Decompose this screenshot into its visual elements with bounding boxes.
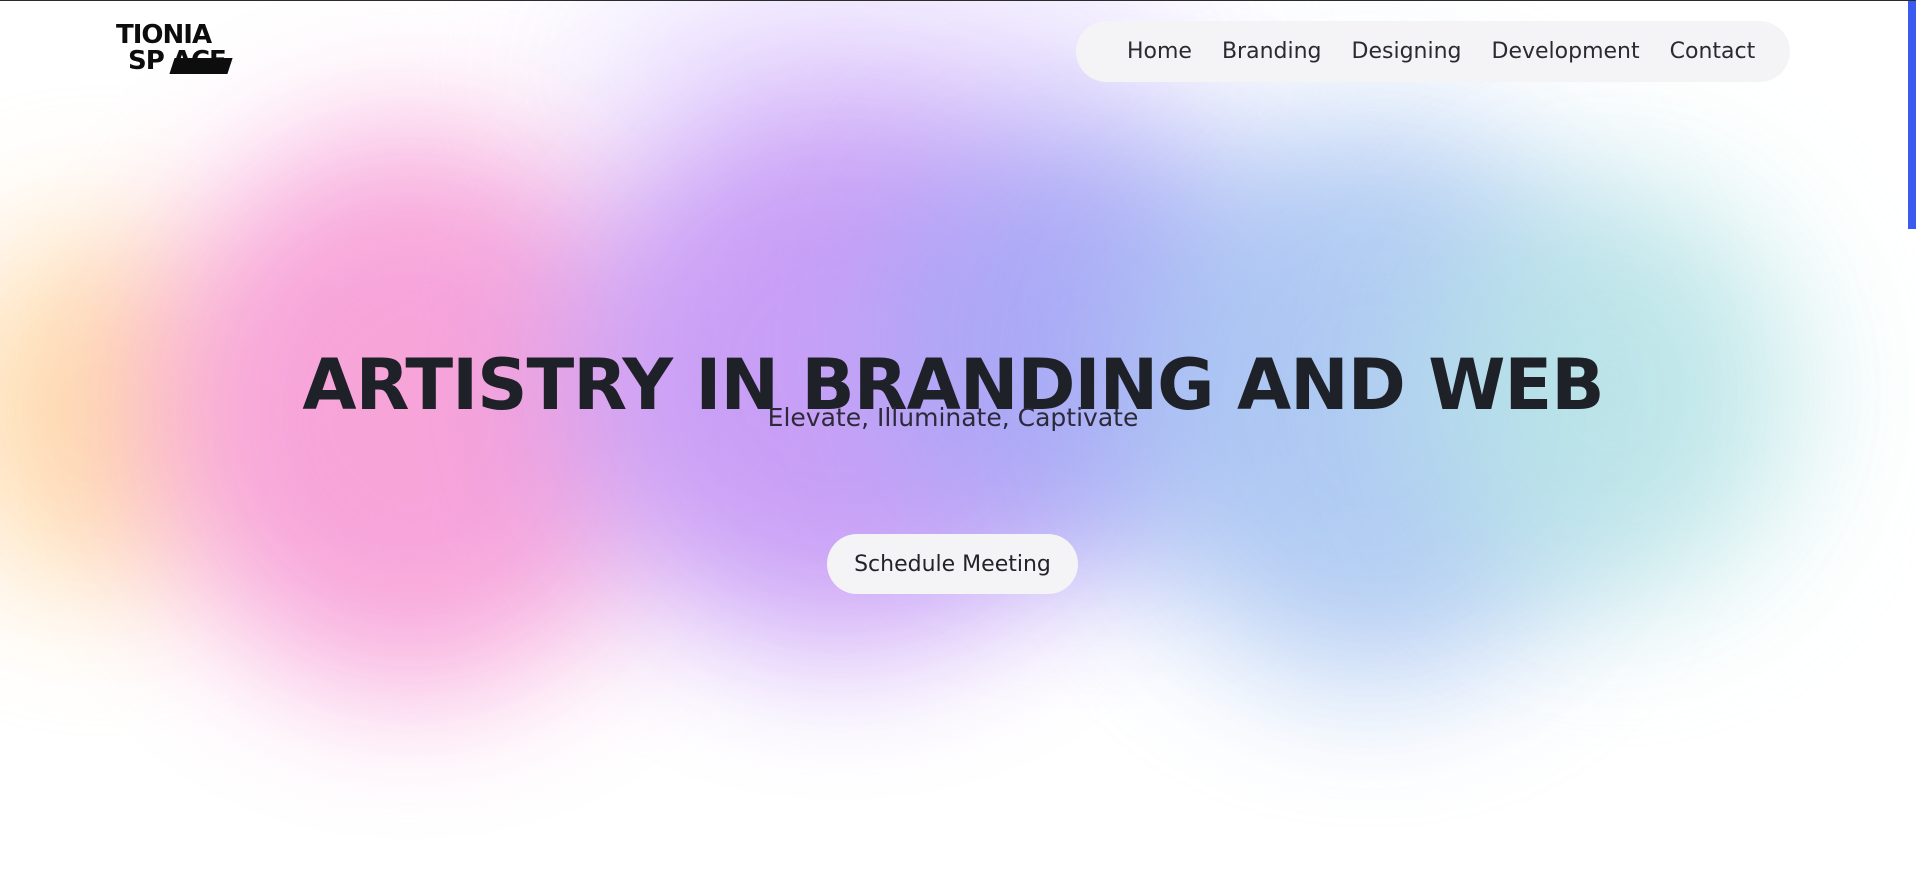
main-nav: Home Branding Designing Development Cont…: [1076, 21, 1790, 82]
scrollbar-thumb[interactable]: [1908, 1, 1916, 229]
logo-text-top: TIONIA: [116, 20, 212, 50]
site-logo[interactable]: TIONIA SP ACE: [116, 20, 284, 78]
nav-item-branding[interactable]: Branding: [1222, 39, 1322, 64]
nav-item-designing[interactable]: Designing: [1352, 39, 1462, 64]
nav-item-development[interactable]: Development: [1492, 39, 1640, 64]
nav-item-contact[interactable]: Contact: [1670, 39, 1756, 64]
hero-gradient-background: [0, 1, 1916, 869]
schedule-meeting-button[interactable]: Schedule Meeting: [827, 534, 1078, 594]
gradient-blob-indigo: [880, 121, 1300, 561]
nav-item-home[interactable]: Home: [1127, 39, 1192, 64]
logo-bar-shape: [169, 58, 233, 74]
hero-subtitle: Elevate, Illuminate, Captivate: [767, 403, 1139, 432]
page: TIONIA SP ACE Home Branding Designing De…: [0, 0, 1916, 869]
